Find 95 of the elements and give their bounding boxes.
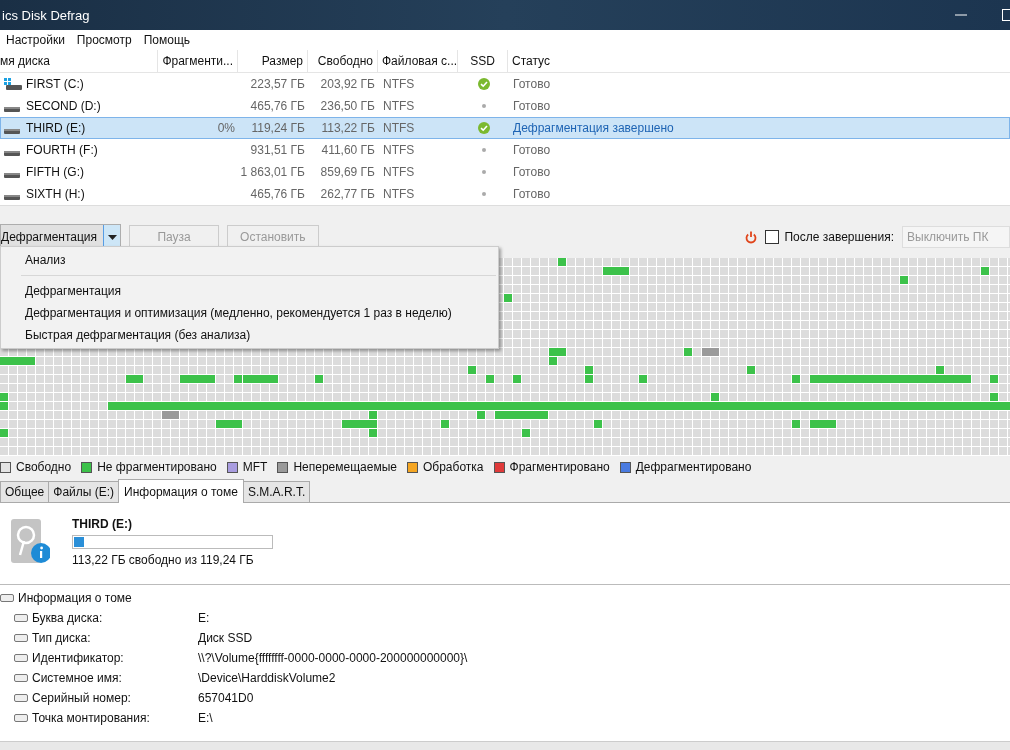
size-cell: 119,24 ГБ xyxy=(251,121,305,135)
filesystem-cell: NTFS xyxy=(383,121,415,135)
window-title: ics Disk Defrag xyxy=(1,7,90,23)
tree-node-label[interactable]: Информация о томе xyxy=(18,591,132,605)
disk-name: FOURTH (F:) xyxy=(26,143,98,157)
free-cell: 113,22 ГБ xyxy=(321,121,375,135)
caret-icon xyxy=(107,234,117,240)
status-cell: Готово xyxy=(513,143,551,157)
legend-label: Не фрагментировано xyxy=(97,460,217,474)
tab[interactable]: S.M.A.R.T. xyxy=(242,481,311,502)
volume-name: THIRD (E:) xyxy=(72,517,133,531)
legend-label: MFT xyxy=(242,460,268,474)
property-value: E: xyxy=(198,611,210,625)
disk-name: THIRD (E:) xyxy=(26,121,86,135)
system-drive-icon xyxy=(4,78,22,90)
disk-name: SIXTH (H:) xyxy=(26,187,85,201)
size-cell: 1 863,01 ГБ xyxy=(240,165,305,179)
free-cell: 411,60 ГБ xyxy=(321,143,375,157)
disk-info-icon xyxy=(10,517,50,565)
property-value: Диск SSD xyxy=(198,631,253,645)
drive-icon xyxy=(14,673,28,683)
column-header[interactable]: Свободно xyxy=(308,50,378,72)
free-cell: 859,69 ГБ xyxy=(320,165,375,179)
drive-icon xyxy=(0,593,14,603)
drive-icon xyxy=(4,107,20,112)
drive-icon xyxy=(14,613,28,623)
filesystem-cell: NTFS xyxy=(383,99,415,113)
drive-icon xyxy=(14,693,28,703)
column-header[interactable]: Файловая с... xyxy=(378,50,458,72)
disk-name: FIRST (C:) xyxy=(26,77,84,91)
disk-row[interactable]: FIRST (C:) 223,57 ГБ 203,92 ГБ NTFS Готово xyxy=(0,73,1010,95)
menu-option[interactable]: Дефрагментация xyxy=(1,280,498,302)
disk-row[interactable]: FOURTH (F:) 931,51 ГБ 411,60 ГБ NTFS Готово xyxy=(0,139,1010,161)
disk-name: SECOND (D:) xyxy=(26,99,101,113)
property-label: Системное имя: xyxy=(32,671,123,685)
drive-icon xyxy=(14,653,28,663)
column-header[interactable]: SSD xyxy=(458,50,508,72)
property-label: Буква диска: xyxy=(32,611,104,625)
filesystem-cell: NTFS xyxy=(383,77,415,91)
property-label: Серийный номер: xyxy=(32,691,132,705)
property-value: 657041D0 xyxy=(198,691,254,705)
legend-label: Дефрагментировано xyxy=(635,460,752,474)
size-cell: 931,51 ГБ xyxy=(250,143,305,157)
disk-row[interactable]: THIRD (E:) 0% 119,24 ГБ 113,22 ГБ NTFS Дефрагментация завершено xyxy=(0,117,1010,139)
free-cell: 262,77 ГБ xyxy=(320,187,375,201)
filesystem-cell: NTFS xyxy=(383,187,415,201)
size-cell: 465,76 ГБ xyxy=(250,99,305,113)
disk-name: FIFTH (G:) xyxy=(26,165,84,179)
legend-label: Фрагментировано xyxy=(509,460,610,474)
disk-row[interactable]: SECOND (D:) 465,76 ГБ 236,50 ГБ NTFS Готово xyxy=(0,95,1010,117)
after-completion-label: После завершения: xyxy=(784,230,894,244)
fragmentation-cell: 0% xyxy=(217,121,235,135)
status-cell: Готово xyxy=(513,99,551,113)
status-cell: Готово xyxy=(513,187,551,201)
menu-option[interactable]: Анализ xyxy=(1,249,498,271)
property-value: \Device\HarddiskVolume2 xyxy=(198,671,336,685)
column-header[interactable]: Размер xyxy=(238,50,308,72)
disk-row[interactable]: SIXTH (H:) 465,76 ГБ 262,77 ГБ NTFS Готово xyxy=(0,183,1010,205)
free-cell: 236,50 ГБ xyxy=(320,99,375,113)
drive-icon xyxy=(4,129,20,134)
tab[interactable]: Файлы (E:) xyxy=(48,481,120,502)
menu-item[interactable]: Просмотр xyxy=(76,33,132,47)
filesystem-cell: NTFS xyxy=(383,165,415,179)
tab[interactable]: Информация о томе xyxy=(118,479,244,503)
free-cell: 203,92 ГБ xyxy=(320,77,375,91)
size-cell: 223,57 ГБ xyxy=(250,77,305,91)
free-space-text: 113,22 ГБ свободно из 119,24 ГБ xyxy=(72,553,255,567)
tab[interactable]: Общее xyxy=(0,481,50,502)
menu-item[interactable]: Настройки xyxy=(6,33,65,47)
property-label: Идентификатор: xyxy=(32,651,125,665)
power-icon xyxy=(745,230,758,244)
drive-icon xyxy=(4,195,20,200)
column-header[interactable]: Фрагменти... xyxy=(158,50,238,72)
disk-row[interactable]: FIFTH (G:) 1 863,01 ГБ 859,69 ГБ NTFS Готово xyxy=(0,161,1010,183)
legend-label: Свободно xyxy=(16,460,72,474)
property-value: \\?\Volume{ffffffff-0000-0000-0000-200000000000}\ xyxy=(198,651,468,665)
status-cell: Дефрагментация завершено xyxy=(513,121,674,135)
size-cell: 465,76 ГБ xyxy=(250,187,305,201)
property-value: E:\ xyxy=(198,711,213,725)
column-header[interactable]: Статус xyxy=(508,50,1010,72)
column-header[interactable]: мя диска xyxy=(0,50,158,72)
drive-icon xyxy=(14,633,28,643)
filesystem-cell: NTFS xyxy=(383,143,415,157)
property-label: Точка монтирования: xyxy=(32,711,151,725)
drive-icon xyxy=(14,713,28,723)
menu-option[interactable]: Дефрагментация и оптимизация (медленно, рекомендуется 1 раз в неделю) xyxy=(1,302,498,324)
property-label: Тип диска: xyxy=(32,631,92,645)
menu-option[interactable]: Быстрая дефрагментация (без анализа) xyxy=(1,324,498,346)
legend-label: Обработка xyxy=(423,460,484,474)
drive-icon xyxy=(4,173,20,178)
legend-label: Неперемещаемые xyxy=(293,460,397,474)
status-cell: Готово xyxy=(513,165,551,179)
menu-item[interactable]: Помощь xyxy=(143,33,190,47)
drive-icon xyxy=(4,151,20,156)
status-cell: Готово xyxy=(513,77,551,91)
